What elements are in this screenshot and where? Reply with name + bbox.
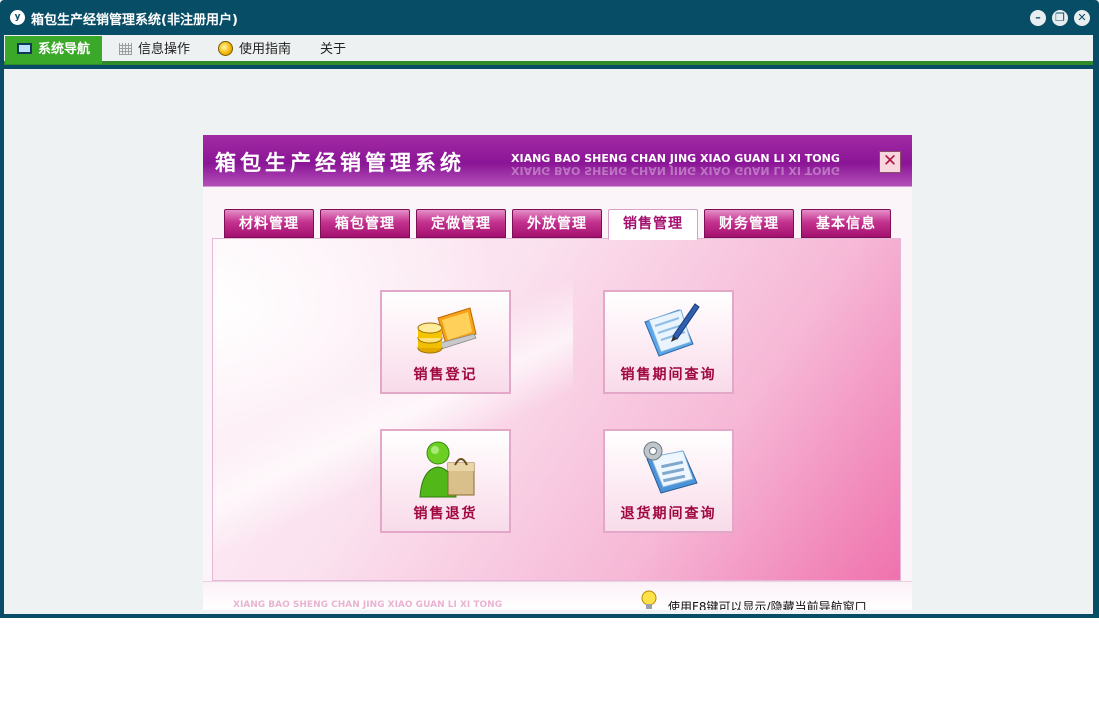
menu-system-navigation[interactable]: 系统导航 (5, 36, 103, 64)
panel-title: 箱包生产经销管理系统 (215, 151, 465, 175)
minimize-icon[interactable]: – (1030, 10, 1046, 26)
tab-bags[interactable]: 箱包管理 (320, 209, 410, 238)
button-label: 销售退货 (413, 506, 478, 522)
tab-sales[interactable]: 销售管理 (608, 209, 698, 240)
settings-document-icon (643, 441, 698, 494)
menu-label: 信息操作 (138, 42, 191, 57)
restore-icon[interactable]: ❐ (1052, 10, 1068, 26)
grid-icon (119, 42, 132, 55)
button-label: 销售登记 (413, 367, 478, 383)
menu-label: 使用指南 (239, 42, 292, 57)
panel-close-button[interactable]: ✕ (879, 151, 901, 173)
tab-content: 销售登记 销售期间查询 销售退货 退货期间查询 (212, 238, 901, 581)
window-title: 箱包生产经销管理系统(非注册用户) (31, 13, 238, 28)
return-period-query-button[interactable]: 退货期间查询 (603, 429, 734, 533)
panel-banner: 箱包生产经销管理系统 XIANG BAO SHENG CHAN JING XIA… (203, 135, 912, 187)
close-icon[interactable]: ✕ (1074, 10, 1090, 26)
bulb-icon (218, 41, 233, 56)
tab-outsourcing[interactable]: 外放管理 (512, 209, 602, 238)
tab-finance[interactable]: 财务管理 (704, 209, 794, 238)
tab-basic-info[interactable]: 基本信息 (801, 209, 891, 238)
title-bar[interactable]: y 箱包生产经销管理系统(非注册用户) – ❐ ✕ (0, 0, 1099, 35)
button-label: 退货期间查询 (620, 506, 717, 522)
button-label: 销售期间查询 (620, 367, 717, 383)
menu-bar: 系统导航 信息操作 使用指南 关于 (4, 35, 1093, 65)
monitor-icon (17, 43, 32, 54)
menu-user-guide[interactable]: 使用指南 (218, 36, 291, 64)
menu-label: 关于 (320, 42, 347, 57)
menu-info-operation[interactable]: 信息操作 (119, 36, 190, 64)
bulb-icon (641, 590, 657, 609)
menu-about[interactable]: 关于 (320, 36, 346, 64)
footer-subtitle: XIANG BAO SHENG CHAN JING XIAO GUAN LI X… (233, 600, 503, 610)
menu-label: 系统导航 (38, 42, 91, 57)
footer-tip: 使用F8键可以显示/隐藏当前导航窗口 (668, 600, 867, 610)
user-shopping-bag-icon (419, 441, 475, 498)
panel-footer: XIANG BAO SHENG CHAN JING XIAO GUAN LI X… (203, 581, 912, 610)
sales-period-query-button[interactable]: 销售期间查询 (603, 290, 734, 394)
document-pen-icon (644, 303, 700, 357)
app-icon: y (10, 10, 25, 25)
tab-custom-orders[interactable]: 定做管理 (416, 209, 506, 238)
sales-register-button[interactable]: 销售登记 (380, 290, 511, 394)
navigation-panel: 箱包生产经销管理系统 XIANG BAO SHENG CHAN JING XIA… (203, 135, 912, 610)
cash-register-icon (417, 307, 477, 354)
panel-subtitle-reflection: XIANG BAO SHENG CHAN JING XIAO GUAN LI X… (511, 164, 840, 177)
sales-return-button[interactable]: 销售退货 (380, 429, 511, 533)
tab-materials[interactable]: 材料管理 (224, 209, 314, 238)
